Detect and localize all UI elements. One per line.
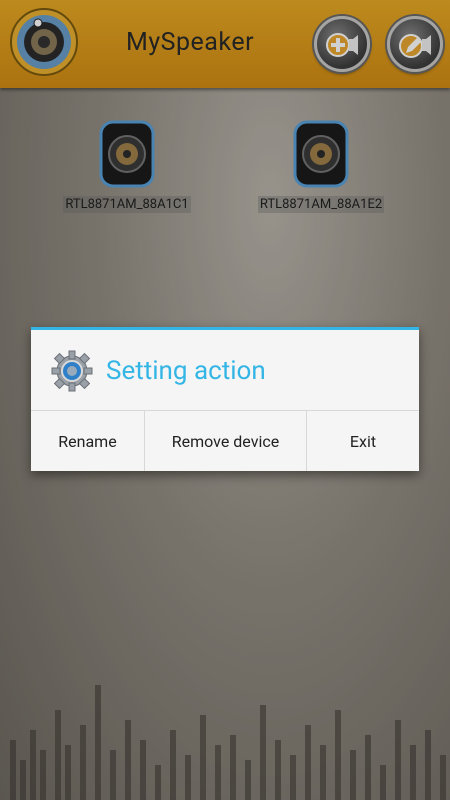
setting-action-dialog: Setting action Rename Remove device Exit (31, 327, 419, 471)
dialog-title: Setting action (106, 356, 266, 386)
remove-device-button[interactable]: Remove device (145, 411, 307, 471)
dialog-actions: Rename Remove device Exit (31, 411, 419, 471)
dialog-header: Setting action (31, 330, 419, 411)
exit-button[interactable]: Exit (307, 411, 419, 471)
rename-button[interactable]: Rename (31, 411, 145, 471)
gear-icon (51, 350, 93, 392)
